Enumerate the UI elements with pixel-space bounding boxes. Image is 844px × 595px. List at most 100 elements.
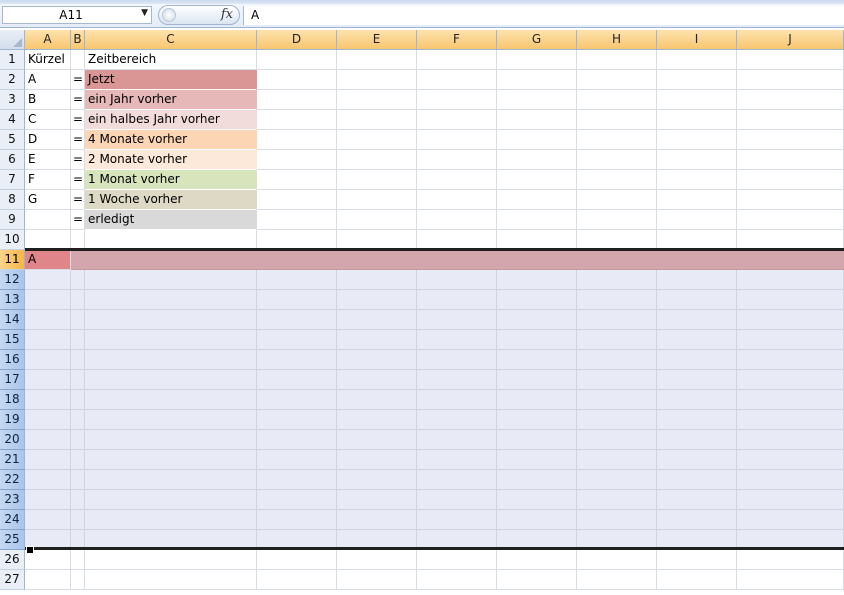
cell-b3[interactable]: = xyxy=(71,90,85,110)
cell-g4[interactable] xyxy=(497,110,577,130)
cell-i7[interactable] xyxy=(657,170,737,190)
cell-d8[interactable] xyxy=(257,190,337,210)
column-header-a[interactable]: A xyxy=(25,30,71,50)
row-header-4[interactable]: 4 xyxy=(0,110,25,130)
cell-j4[interactable] xyxy=(737,110,844,130)
cell-f18[interactable] xyxy=(417,390,497,410)
cell-b12[interactable] xyxy=(71,270,85,290)
dropdown-arrow-icon[interactable]: ▼ xyxy=(141,8,148,18)
row-header-12[interactable]: 12 xyxy=(0,270,25,290)
cell-h18[interactable] xyxy=(577,390,657,410)
cell-g5[interactable] xyxy=(497,130,577,150)
cell-h4[interactable] xyxy=(577,110,657,130)
cell-d17[interactable] xyxy=(257,370,337,390)
cell-d22[interactable] xyxy=(257,470,337,490)
column-header-g[interactable]: G xyxy=(497,30,577,50)
cell-b10[interactable] xyxy=(71,230,85,250)
cell-d3[interactable] xyxy=(257,90,337,110)
row-header-20[interactable]: 20 xyxy=(0,430,25,450)
cell-j17[interactable] xyxy=(737,370,844,390)
cell-a15[interactable] xyxy=(25,330,71,350)
cell-c24[interactable] xyxy=(85,510,257,530)
cell-d14[interactable] xyxy=(257,310,337,330)
cell-a8[interactable]: G xyxy=(25,190,71,210)
cell-h26[interactable] xyxy=(577,550,657,570)
cell-c20[interactable] xyxy=(85,430,257,450)
cell-d4[interactable] xyxy=(257,110,337,130)
cell-h8[interactable] xyxy=(577,190,657,210)
cell-d24[interactable] xyxy=(257,510,337,530)
cell-d27[interactable] xyxy=(257,570,337,590)
cell-j14[interactable] xyxy=(737,310,844,330)
cell-j18[interactable] xyxy=(737,390,844,410)
cell-j22[interactable] xyxy=(737,470,844,490)
column-header-f[interactable]: F xyxy=(417,30,497,50)
cell-a21[interactable] xyxy=(25,450,71,470)
cell-b16[interactable] xyxy=(71,350,85,370)
cell-b20[interactable] xyxy=(71,430,85,450)
cell-j7[interactable] xyxy=(737,170,844,190)
cell-j1[interactable] xyxy=(737,50,844,70)
cell-f9[interactable] xyxy=(417,210,497,230)
cell-g22[interactable] xyxy=(497,470,577,490)
cell-a6[interactable]: E xyxy=(25,150,71,170)
cell-g13[interactable] xyxy=(497,290,577,310)
cell-e18[interactable] xyxy=(337,390,417,410)
cell-g8[interactable] xyxy=(497,190,577,210)
cell-h3[interactable] xyxy=(577,90,657,110)
cell-i27[interactable] xyxy=(657,570,737,590)
cell-c13[interactable] xyxy=(85,290,257,310)
cell-e10[interactable] xyxy=(337,230,417,250)
cell-h5[interactable] xyxy=(577,130,657,150)
cell-c15[interactable] xyxy=(85,330,257,350)
cell-h21[interactable] xyxy=(577,450,657,470)
cell-g7[interactable] xyxy=(497,170,577,190)
cell-e26[interactable] xyxy=(337,550,417,570)
cell-h17[interactable] xyxy=(577,370,657,390)
cell-f12[interactable] xyxy=(417,270,497,290)
cell-c27[interactable] xyxy=(85,570,257,590)
cell-d20[interactable] xyxy=(257,430,337,450)
cell-d1[interactable] xyxy=(257,50,337,70)
cell-e19[interactable] xyxy=(337,410,417,430)
select-all-button[interactable] xyxy=(0,30,25,50)
cell-i24[interactable] xyxy=(657,510,737,530)
cell-e22[interactable] xyxy=(337,470,417,490)
cell-b6[interactable]: = xyxy=(71,150,85,170)
cell-i26[interactable] xyxy=(657,550,737,570)
cell-i21[interactable] xyxy=(657,450,737,470)
cell-f4[interactable] xyxy=(417,110,497,130)
cell-i3[interactable] xyxy=(657,90,737,110)
cell-d16[interactable] xyxy=(257,350,337,370)
cell-d23[interactable] xyxy=(257,490,337,510)
cell-a12[interactable] xyxy=(25,270,71,290)
cell-d5[interactable] xyxy=(257,130,337,150)
cell-i5[interactable] xyxy=(657,130,737,150)
cell-e15[interactable] xyxy=(337,330,417,350)
column-header-h[interactable]: H xyxy=(577,30,657,50)
column-header-e[interactable]: E xyxy=(337,30,417,50)
cell-b23[interactable] xyxy=(71,490,85,510)
cell-i22[interactable] xyxy=(657,470,737,490)
cell-d13[interactable] xyxy=(257,290,337,310)
cell-b9[interactable]: = xyxy=(71,210,85,230)
cell-f15[interactable] xyxy=(417,330,497,350)
cell-e24[interactable] xyxy=(337,510,417,530)
cell-e17[interactable] xyxy=(337,370,417,390)
cell-j9[interactable] xyxy=(737,210,844,230)
cell-f21[interactable] xyxy=(417,450,497,470)
cell-e1[interactable] xyxy=(337,50,417,70)
row-header-24[interactable]: 24 xyxy=(0,510,25,530)
formula-input[interactable]: A xyxy=(243,6,844,25)
cell-j13[interactable] xyxy=(737,290,844,310)
cell-e8[interactable] xyxy=(337,190,417,210)
cell-i4[interactable] xyxy=(657,110,737,130)
cell-d21[interactable] xyxy=(257,450,337,470)
cell-h19[interactable] xyxy=(577,410,657,430)
cell-b2[interactable]: = xyxy=(71,70,85,90)
row-header-1[interactable]: 1 xyxy=(0,50,25,70)
cell-b17[interactable] xyxy=(71,370,85,390)
cell-i14[interactable] xyxy=(657,310,737,330)
cell-c4[interactable]: ein halbes Jahr vorher xyxy=(85,110,257,130)
cell-c2[interactable]: Jetzt xyxy=(85,70,257,90)
